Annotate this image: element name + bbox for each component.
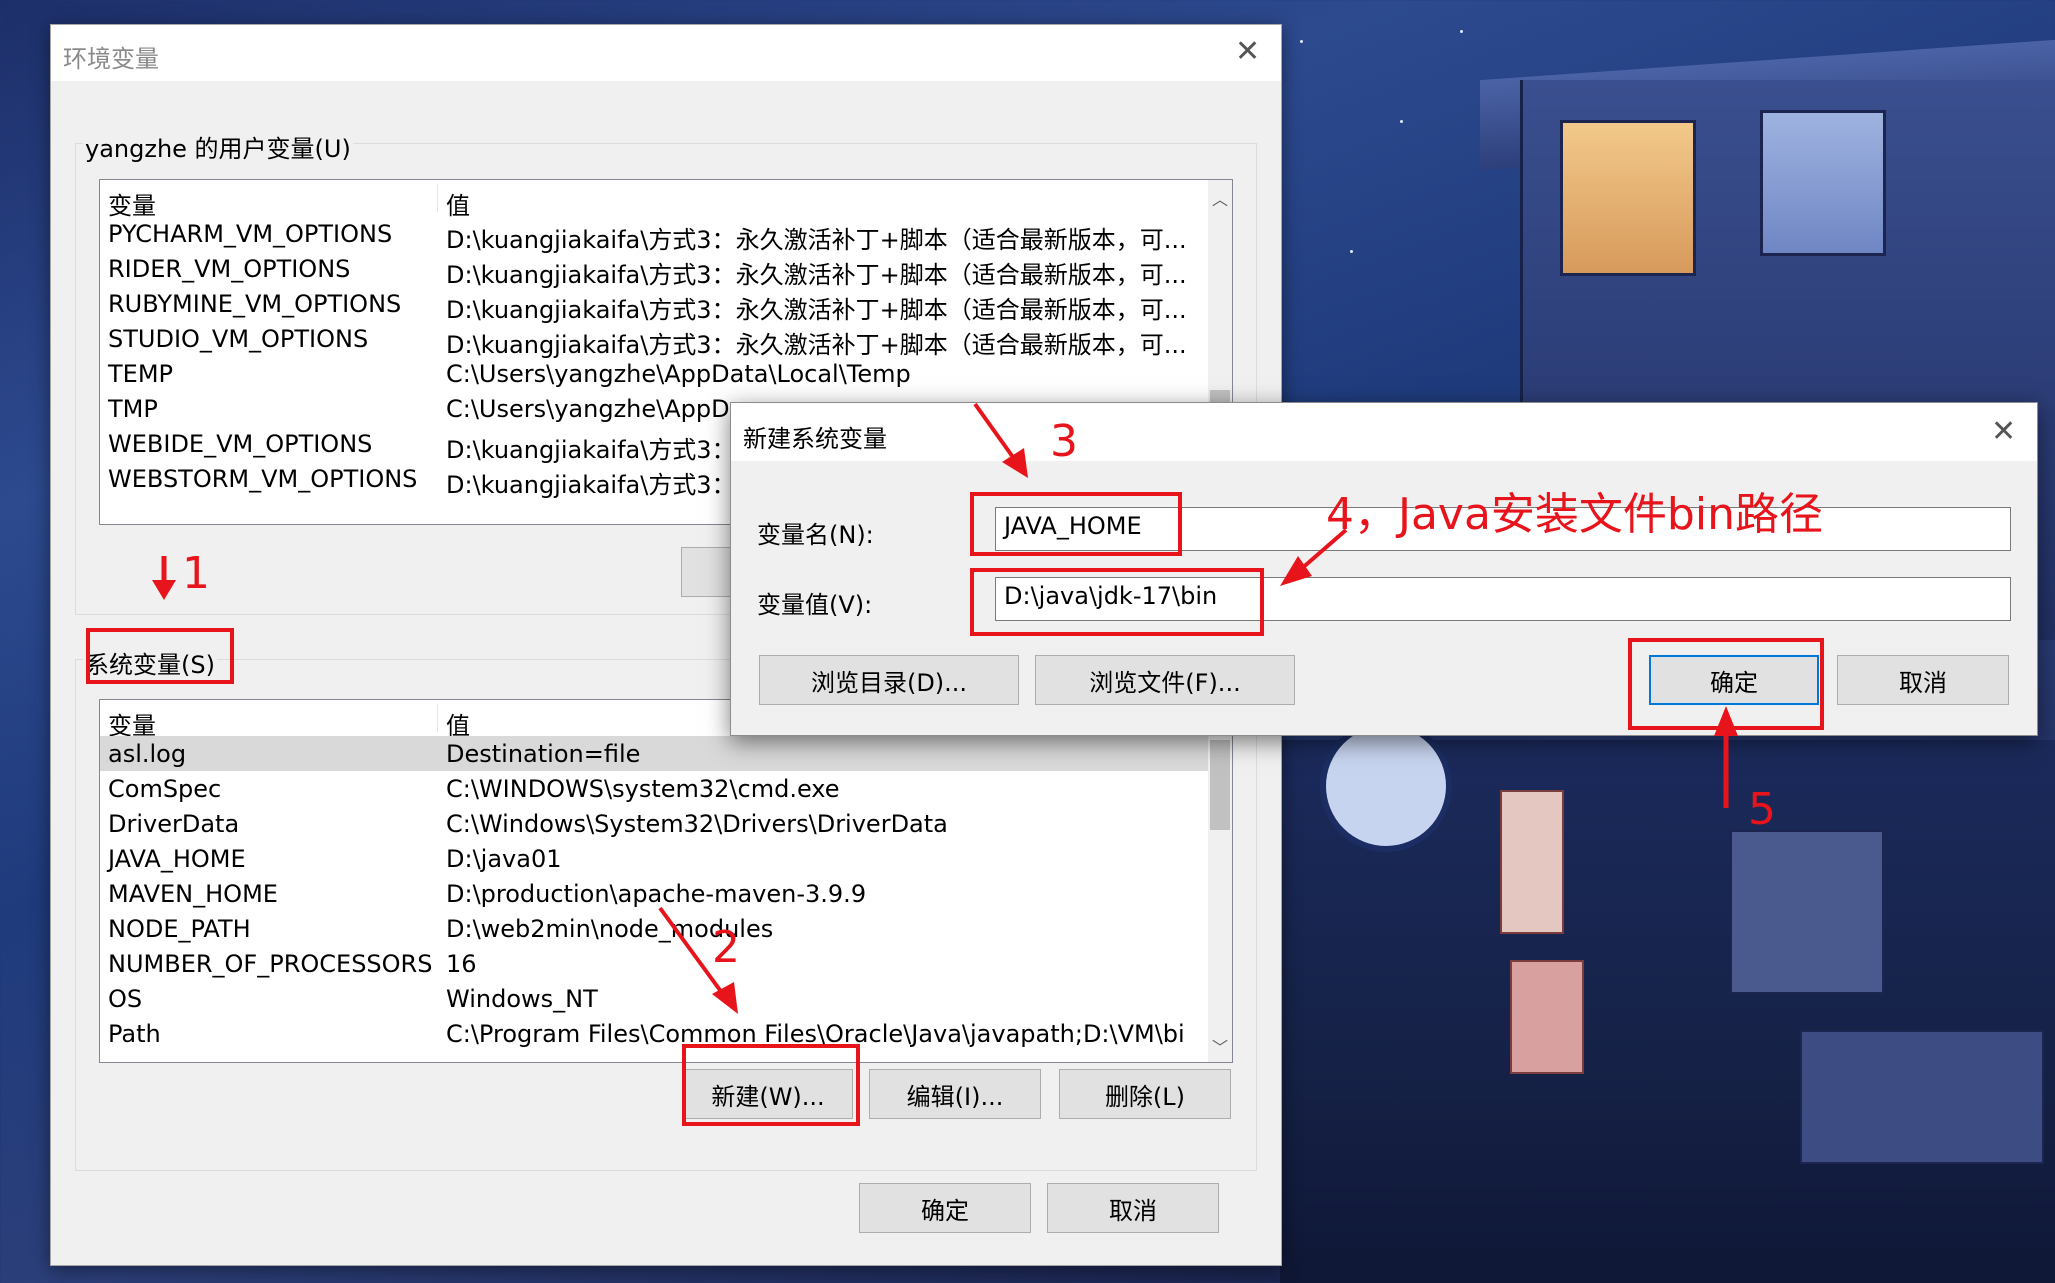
annotation-arrows: [152, 402, 1738, 1014]
arrow-step-3: [973, 402, 1028, 478]
arrow-step-1: [152, 556, 176, 600]
arrow-step-5: [1714, 706, 1738, 808]
arrow-step-2: [658, 906, 738, 1014]
arrow-step-4: [1280, 528, 1348, 586]
